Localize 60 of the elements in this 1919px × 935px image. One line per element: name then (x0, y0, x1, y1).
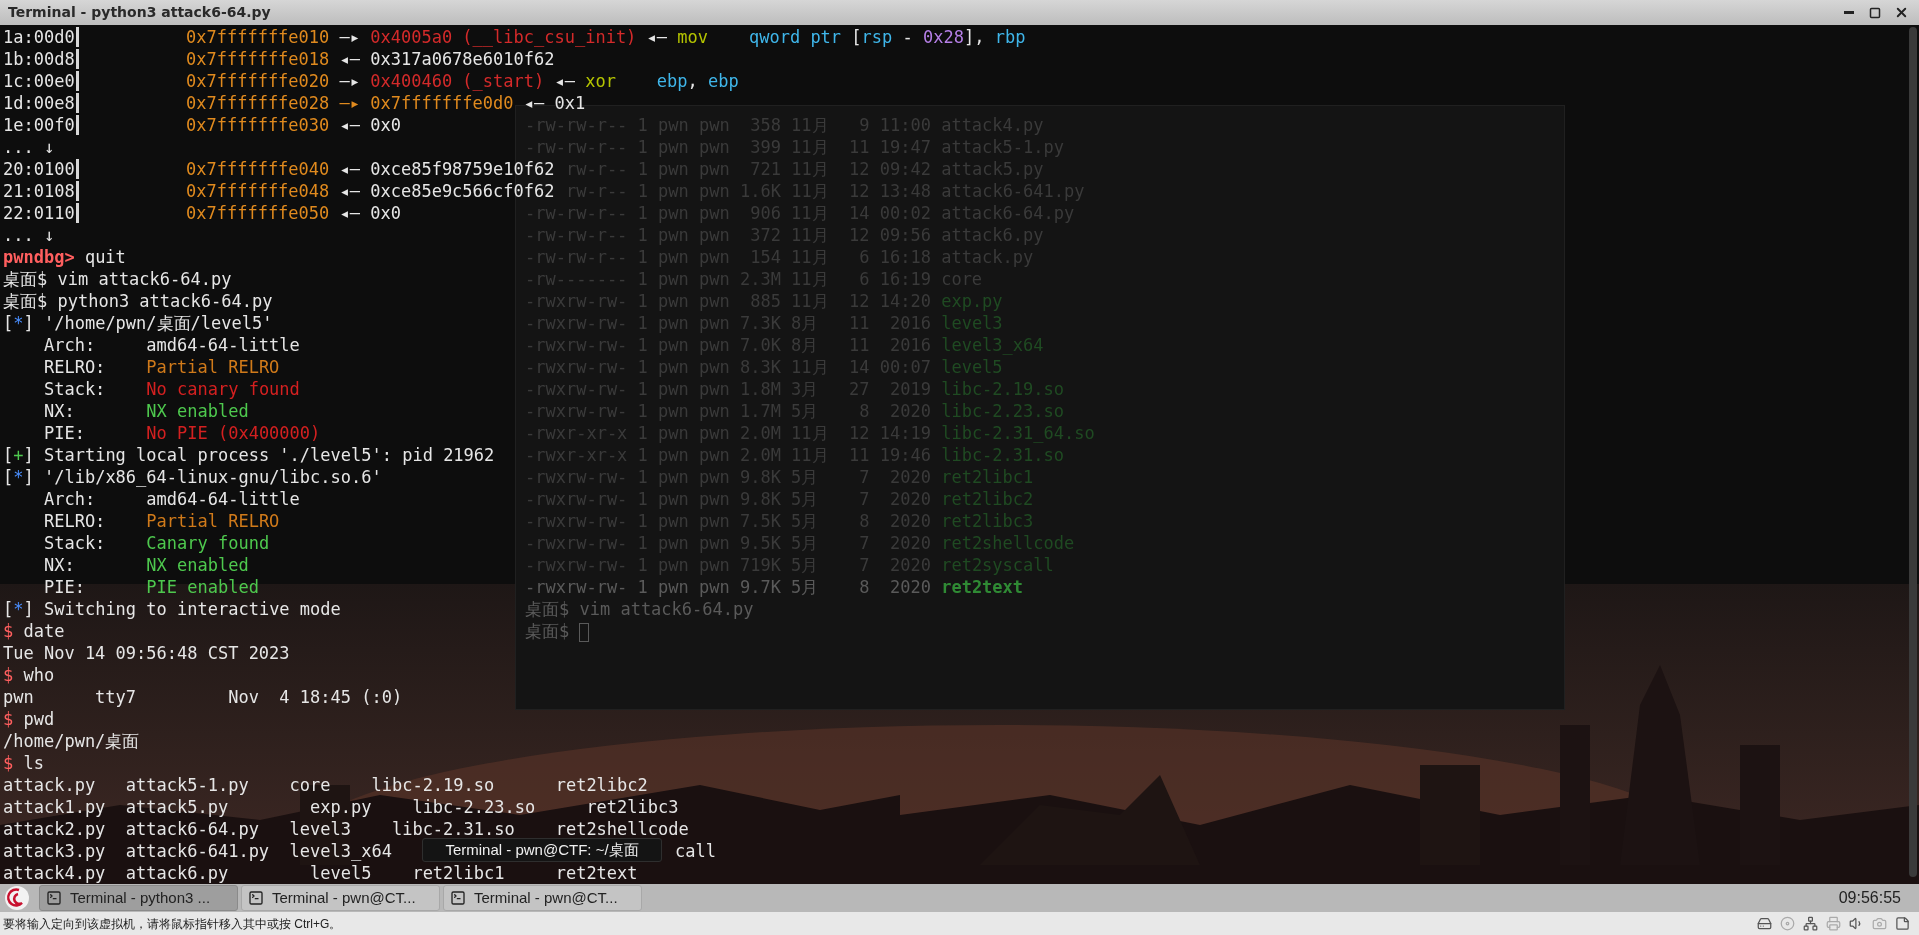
terminal-line: 桌面$ vim attack6-64.py (3, 268, 232, 290)
terminal-line: NX: NX enabled (42, 554, 249, 576)
terminal-line: RELRO: Partial RELRO (42, 510, 280, 532)
terminal-line: attack2.py attack6-64.py level3 libc-2.31.so ret2shellcode (3, 818, 689, 840)
terminal-line: 1b:00d8 0x7fffffffe018 ◂— 0x317a0678e6010f62 (3, 48, 555, 70)
terminal-line: Stack: Canary found (42, 532, 270, 554)
terminal-line: 桌面$ (525, 620, 590, 642)
terminal-line: Tue Nov 14 09:56:48 CST 2023 (3, 642, 290, 664)
terminal-line: [+] Starting local process './level5': pid 21962 (3, 444, 495, 466)
terminal-line: [*] Switching to interactive mode (3, 598, 341, 620)
terminal-line: [*] '/lib/x86_64-linux-gnu/libc.so.6' (3, 466, 382, 488)
tooltip: Terminal - pwn@CTF: ~/桌面 (422, 838, 662, 862)
window-title: Terminal - python3 attack6-64.py (8, 3, 271, 22)
terminal-line: -rwxrw-rw- 1 pwn pwn 9.7K 5月 8 2020 ret2text (525, 576, 1024, 598)
terminal-line: [*] '/home/pwn/桌面/level5' (3, 312, 273, 334)
taskbar-button[interactable]: Terminal - pwn@CT... (241, 885, 440, 911)
taskbar-button[interactable]: Terminal - pwn@CT... (443, 885, 642, 911)
terminal-line: 20:0100 0x7fffffffe040 ◂— 0xce85f98759e10f62 (3, 158, 555, 180)
terminal-icon (46, 890, 62, 906)
terminal-line: 1e:00f0 0x7fffffffe030 ◂— 0x0 (3, 114, 401, 136)
terminal-line: attack.py attack5-1.py core libc-2.19.so ret2libc2 (3, 774, 648, 796)
terminal-line: PIE: PIE enabled (42, 576, 259, 598)
minimize-icon (1844, 11, 1854, 14)
note-icon[interactable] (1895, 916, 1910, 931)
terminal-line: attack1.py attack5.py exp.py libc-2.23.so ret2libc3 (3, 796, 679, 818)
terminal-line: ... ↓ (3, 136, 55, 158)
terminal-text: call (674, 840, 716, 862)
terminal-line: Stack: No canary found (42, 378, 300, 400)
terminal-line: 1a:00d0 0x7fffffffe010 —▸ 0x4005a0 (__libc_csu_init) ◂— mov qword ptr [rsp - 0x28], rbp (3, 26, 1026, 48)
terminal-line: attack4.py attack6.py level5 ret2libc1 ret2text (3, 862, 638, 884)
terminal-line: pwn tty7 Nov 4 18:45 (:0) (3, 686, 403, 708)
terminal-line: $ who (3, 664, 55, 686)
terminal-text: attack3.py attack6-641.py level3_x64 (3, 840, 392, 862)
terminal-line: PIE: No PIE (0x400000) (42, 422, 321, 444)
terminal-line: 1d:00e8 0x7fffffffe028 —▸ 0x7fffffffe0d0 ◂— 0x1 (3, 92, 586, 114)
terminal-line: /home/pwn/桌面 (3, 730, 140, 752)
terminal-line: 桌面$ vim attack6-64.py (525, 598, 754, 620)
terminal-line: NX: NX enabled (42, 400, 249, 422)
status-message: 要将输入定向到该虚拟机，请将鼠标指针移入其中或按 Ctrl+G。 (3, 915, 342, 933)
scrollbar[interactable] (1909, 27, 1917, 877)
terminal-line: $ pwd (3, 708, 55, 730)
taskbar-button[interactable]: Terminal - python3 ... (39, 885, 238, 911)
terminal-line: 21:0108 0x7fffffffe048 ◂— 0xce85e9c566cf0f62 (3, 180, 555, 202)
clock: 09:56:55 (1838, 888, 1901, 908)
terminal-line: 22:0110 0x7fffffffe050 ◂— 0x0 (3, 202, 401, 224)
terminal-line: RELRO: Partial RELRO (42, 356, 280, 378)
terminal-line: $ date (3, 620, 65, 642)
terminal-line: pwndbg> quit (3, 246, 126, 268)
hard-drive-icon[interactable] (1757, 916, 1772, 931)
terminal-line: 1c:00e0 0x7fffffffe020 —▸ 0x400460 (_start) ◂— xor ebp, ebp (3, 70, 739, 92)
terminal-line: 桌面$ python3 attack6-64.py (3, 290, 273, 312)
terminal-icon (248, 890, 264, 906)
maximize-icon (1869, 6, 1881, 19)
terminal-line: Arch: amd64-64-little (42, 488, 300, 510)
terminal-icon (450, 890, 466, 906)
swirl-icon[interactable] (4, 885, 30, 911)
network-icon[interactable] (1803, 916, 1818, 931)
terminal-line: $ ls (3, 752, 44, 774)
terminal-line: Arch: amd64-64-little (42, 334, 300, 356)
terminal-line: ... ↓ (3, 224, 55, 246)
